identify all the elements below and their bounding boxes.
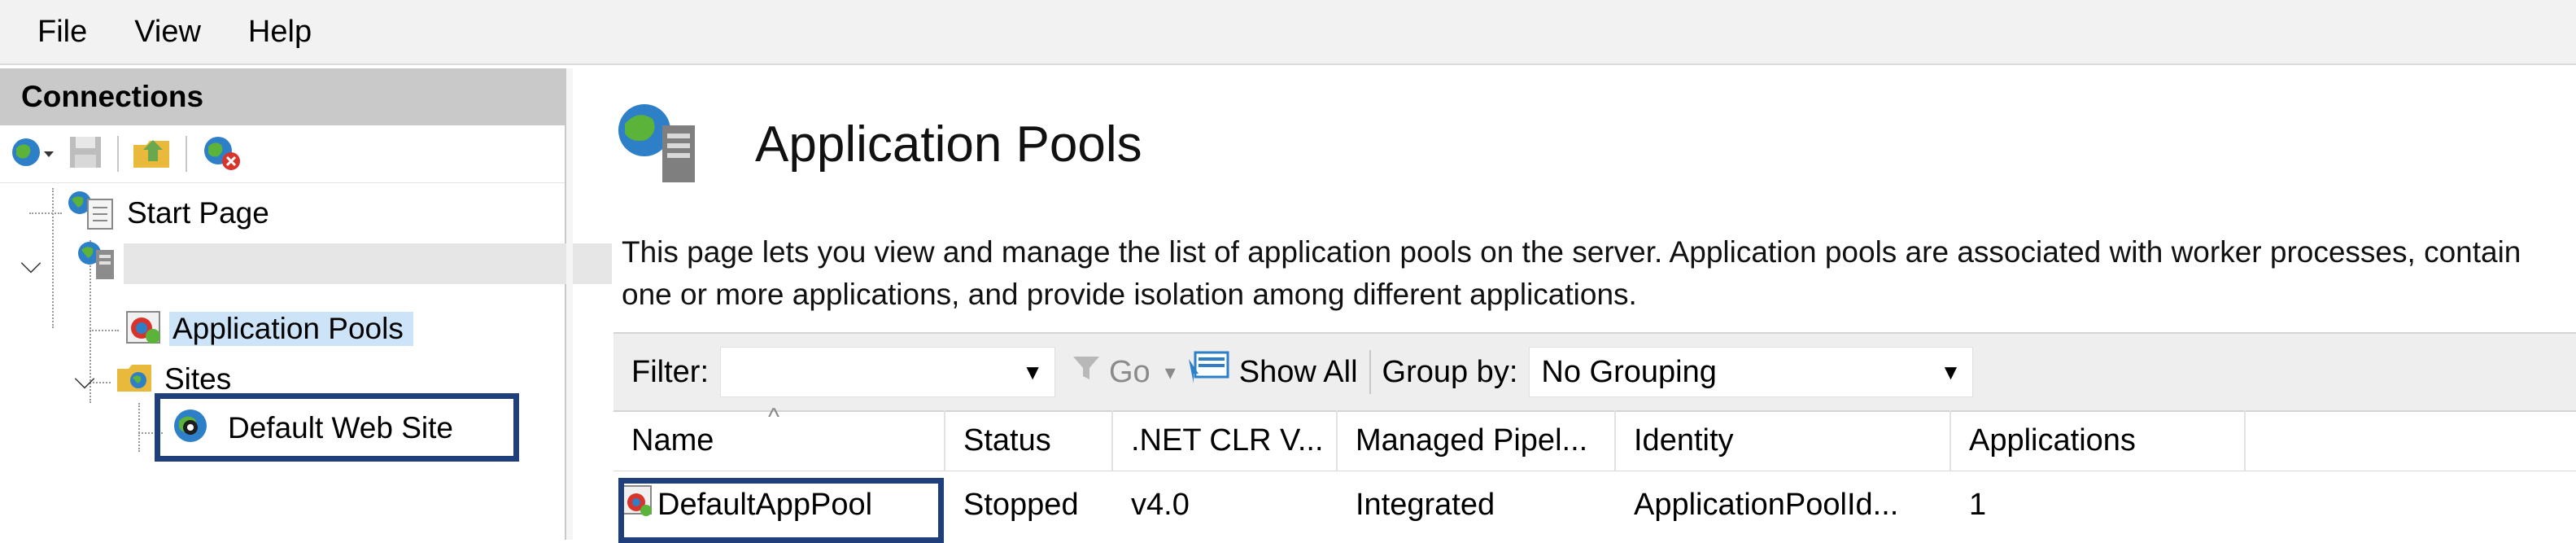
cell-clr-version: v4.0 [1131, 487, 1190, 522]
tree-item-label: Sites [164, 362, 232, 396]
tree-item-label: Start Page [127, 196, 269, 230]
pane-splitter[interactable] [566, 68, 573, 540]
filter-toolbar: Filter: ▼ Go ▾ Show All Group by: No Gro… [613, 332, 2576, 412]
filter-input[interactable]: ▼ [720, 347, 1055, 397]
sort-ascending-icon: ^ [768, 404, 780, 431]
tree-item-label: Application Pools [169, 312, 413, 346]
chevron-down-icon[interactable]: ⌵ [16, 248, 46, 280]
highlight-box-default-app-pool [618, 478, 944, 543]
group-by-dropdown[interactable]: No Grouping ▼ [1529, 347, 1974, 397]
group-by-value: No Grouping [1541, 354, 1717, 389]
filter-label: Filter: [631, 354, 709, 389]
column-header-identity[interactable]: Identity [1616, 410, 1951, 471]
start-page-icon [60, 188, 120, 239]
grid-header: ^ Name Status .NET CLR V... Managed Pipe… [613, 404, 2576, 471]
page-header: Application Pools [613, 98, 1142, 191]
cell-managed-pipeline: Integrated [1356, 487, 1495, 522]
column-header-clr-version[interactable]: .NET CLR V... [1113, 410, 1338, 471]
application-pools-large-icon [613, 98, 709, 191]
toolbar-separator [186, 136, 187, 172]
menu-view[interactable]: View [118, 0, 217, 63]
cell-applications: 1 [1969, 487, 1987, 522]
dropdown-arrow-icon[interactable]: ▼ [1941, 360, 1962, 385]
go-button[interactable]: Go [1109, 355, 1150, 390]
show-all-icon [1187, 348, 1236, 396]
page-description: This page lets you view and manage the l… [622, 235, 2521, 311]
menu-bar: File View Help [0, 0, 2576, 65]
sites-folder-icon [114, 354, 159, 405]
cell-name[interactable]: DefaultAppPool [613, 471, 945, 543]
connections-toolbar [0, 125, 565, 183]
tree-item-application-pools[interactable]: Application Pools [120, 305, 413, 353]
chevron-down-icon[interactable]: ⌵ [70, 364, 99, 396]
toolbar-separator [1369, 350, 1371, 394]
column-header-status[interactable]: Status [945, 410, 1113, 471]
column-header-managed-pipeline[interactable]: Managed Pipel... [1338, 410, 1616, 471]
group-by-label: Group by: [1382, 354, 1518, 389]
go-dropdown-arrow-icon[interactable]: ▾ [1165, 360, 1176, 385]
server-name-redacted [124, 243, 612, 284]
show-all-button[interactable]: Show All [1239, 355, 1358, 390]
funnel-icon [1070, 352, 1102, 392]
cell-identity: ApplicationPoolId... [1634, 487, 1899, 522]
save-icon[interactable] [65, 132, 106, 177]
table-row[interactable]: DefaultAppPool Stopped v4.0 Integrated A… [613, 471, 2576, 543]
menu-file[interactable]: File [21, 0, 103, 63]
menu-help[interactable]: Help [232, 0, 328, 63]
connections-pane: Connections Start Page ⌵ Application Poo… [0, 68, 612, 540]
application-pools-grid: ^ Name Status .NET CLR V... Managed Pipe… [613, 404, 2576, 543]
disconnect-icon[interactable] [199, 132, 244, 177]
cell-status: Stopped [963, 487, 1079, 522]
connections-header: Connections [0, 68, 565, 125]
toolbar-separator [117, 136, 119, 172]
dropdown-arrow-icon[interactable]: ▼ [1022, 360, 1043, 385]
page-title: Application Pools [755, 116, 1142, 173]
tree-item-server[interactable]: ⌵ [16, 240, 612, 287]
connect-globe-icon[interactable] [8, 132, 60, 177]
column-header-applications[interactable]: Applications [1951, 410, 2246, 471]
main-content: Application Pools This page lets you vie… [574, 68, 2576, 543]
folder-up-icon[interactable] [130, 132, 174, 177]
server-icon [75, 239, 120, 290]
application-pools-icon [120, 304, 168, 355]
tree-item-start-page[interactable]: Start Page [60, 190, 269, 237]
highlight-box-default-web-site [155, 393, 519, 462]
